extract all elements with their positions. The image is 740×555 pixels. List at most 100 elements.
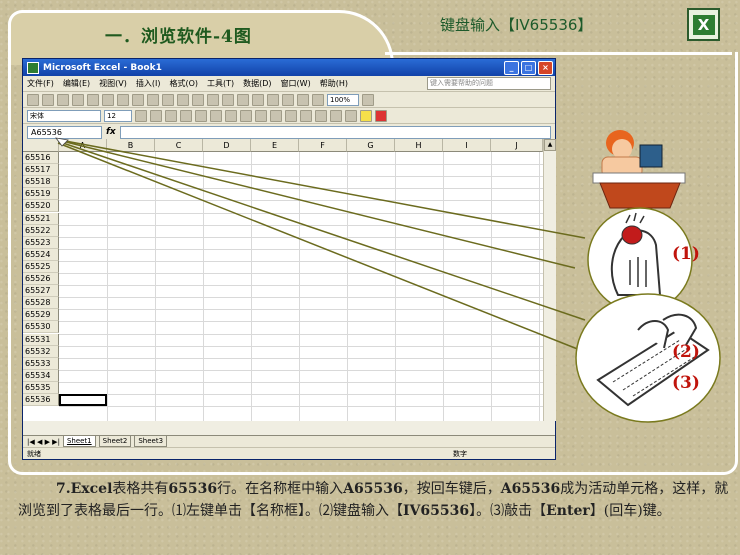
fill-color-icon[interactable] [360,109,372,122]
tab-sheet1[interactable]: Sheet1 [62,436,96,447]
row-header[interactable]: 65517 [23,164,59,177]
row-header[interactable]: 65535 [23,381,59,394]
column-header[interactable]: D [203,139,251,152]
menu-view[interactable]: 视图(V) [99,78,127,89]
row-header[interactable]: 65521 [23,212,59,225]
paste-icon[interactable] [177,93,189,106]
menu-data[interactable]: 数据(D) [243,78,271,89]
menu-help[interactable]: 帮助(H) [320,78,348,89]
hyperlink-icon[interactable] [237,93,249,106]
merge-center-icon[interactable] [225,109,237,122]
decrease-decimal-icon[interactable] [300,109,312,122]
sheet-nav-arrows[interactable]: |◀ ◀ ▶ ▶| [27,438,60,446]
column-header[interactable]: C [155,139,203,152]
email-icon[interactable] [87,93,99,106]
row-header[interactable]: 65518 [23,176,59,189]
row-header[interactable]: 65530 [23,321,59,334]
window-titlebar[interactable]: Microsoft Excel - Book1 _ □ × [23,59,555,76]
underline-icon[interactable] [165,109,177,122]
percent-icon[interactable] [255,109,267,122]
row-header[interactable]: 65524 [23,248,59,261]
horizontal-scroll-area[interactable] [23,421,555,435]
column-header[interactable]: B [107,139,155,152]
permission-icon[interactable] [72,93,84,106]
comma-icon[interactable] [270,109,282,122]
fx-icon[interactable]: fx [106,127,116,137]
format-painter-icon[interactable] [192,93,204,106]
font-name-select[interactable]: 宋体 [27,109,101,122]
row-header[interactable]: 65526 [23,273,59,286]
worksheet-grid[interactable]: A B C D E F G H I J 65516 65517 65518 65519… [23,139,543,421]
menu-insert[interactable]: 插入(I) [136,78,161,89]
column-header[interactable]: F [299,139,347,152]
align-center-icon[interactable] [195,109,207,122]
tab-sheet2[interactable]: Sheet2 [98,436,132,447]
row-header[interactable]: 65520 [23,200,59,213]
sort-desc-icon[interactable] [282,93,294,106]
italic-icon[interactable] [150,109,162,122]
close-button[interactable]: × [538,61,553,75]
spelling-icon[interactable] [132,93,144,106]
vertical-scrollbar[interactable]: ▲ [543,139,556,421]
row-header[interactable]: 65522 [23,224,59,237]
help-icon[interactable] [362,93,374,106]
row-header[interactable]: 65525 [23,260,59,273]
column-header[interactable]: G [347,139,395,152]
bold-icon[interactable] [135,109,147,122]
column-header[interactable]: J [491,139,543,152]
row-header[interactable]: 65519 [23,188,59,201]
align-left-icon[interactable] [180,109,192,122]
column-header[interactable]: E [251,139,299,152]
copy-icon[interactable] [162,93,174,106]
increase-decimal-icon[interactable] [285,109,297,122]
name-box[interactable]: A65536 [27,125,102,139]
autosum-icon[interactable] [252,93,264,106]
tab-sheet3[interactable]: Sheet3 [134,436,168,447]
row-header[interactable]: 65523 [23,236,59,249]
undo-icon[interactable] [207,93,219,106]
print-icon[interactable] [102,93,114,106]
row-header[interactable]: 65529 [23,309,59,322]
column-header[interactable]: H [395,139,443,152]
menu-tools[interactable]: 工具(T) [207,78,234,89]
open-icon[interactable] [42,93,54,106]
menu-window[interactable]: 窗口(W) [281,78,311,89]
row-header[interactable]: 65516 [23,152,59,165]
row-header[interactable]: 65532 [23,345,59,358]
maximize-button[interactable]: □ [521,61,536,75]
excel-logo-icon[interactable]: X [687,8,720,41]
select-all-corner[interactable] [23,139,59,152]
decrease-indent-icon[interactable] [315,109,327,122]
drawing-icon[interactable] [312,93,324,106]
currency-icon[interactable] [240,109,252,122]
font-color-icon[interactable] [375,109,387,122]
scroll-up-icon[interactable]: ▲ [544,139,556,151]
align-right-icon[interactable] [210,109,222,122]
active-cell-a65536[interactable] [59,394,107,406]
font-size-select[interactable]: 12 [104,109,132,122]
column-header[interactable]: I [443,139,491,152]
row-header[interactable]: 65533 [23,357,59,370]
cut-icon[interactable] [147,93,159,106]
formula-bar-input[interactable] [119,125,551,139]
sort-asc-icon[interactable] [267,93,279,106]
row-header[interactable]: 65528 [23,297,59,310]
row-header[interactable]: 65531 [23,333,59,346]
menu-edit[interactable]: 编辑(E) [63,78,90,89]
row-header[interactable]: 65536 [23,394,59,407]
column-header[interactable]: A [59,139,107,152]
minimize-button[interactable]: _ [504,61,519,75]
increase-indent-icon[interactable] [330,109,342,122]
zoom-select[interactable]: 100% [327,93,359,106]
new-icon[interactable] [27,93,39,106]
redo-icon[interactable] [222,93,234,106]
help-search-input[interactable]: 键入需要帮助的问题 [427,77,551,90]
menu-format[interactable]: 格式(O) [169,78,198,89]
chart-wizard-icon[interactable] [297,93,309,106]
borders-icon[interactable] [345,109,357,122]
row-header[interactable]: 65527 [23,285,59,298]
row-header[interactable]: 65534 [23,369,59,382]
menu-file[interactable]: 文件(F) [27,78,54,89]
print-preview-icon[interactable] [117,93,129,106]
save-icon[interactable] [57,93,69,106]
